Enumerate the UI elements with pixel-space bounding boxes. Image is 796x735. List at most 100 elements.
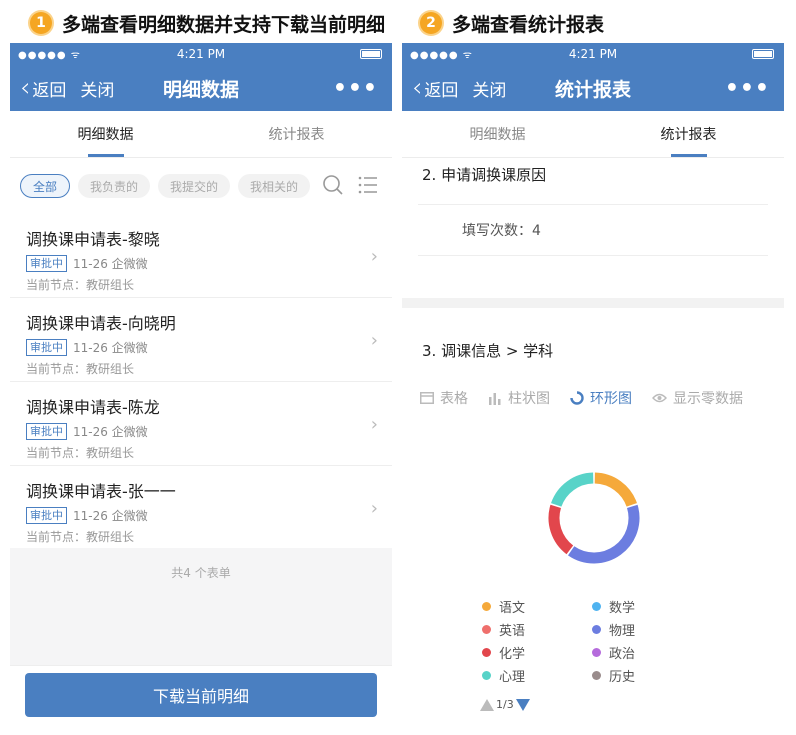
legend-dot (482, 647, 491, 657)
item-name: 调换课申请表-张一一 (26, 482, 176, 501)
filter-bar: 全部 我负责的 我提交的 我相关的 (10, 158, 392, 214)
filter-mine[interactable]: 我负责的 (78, 174, 151, 198)
triangle-down-icon[interactable] (515, 698, 530, 711)
tab-detail-data[interactable]: 明细数据 (402, 111, 593, 157)
chart-tab-show-zero[interactable]: 显示零数据 (652, 388, 743, 408)
filter-all[interactable]: 全部 (20, 174, 71, 198)
status-bar: ●●●●● ᯤ 4:21 PM (402, 43, 784, 65)
legend-item[interactable]: 政治 (592, 644, 682, 662)
phone-statistics: ●●●●● ᯤ 4:21 PM ‹ 返回 关闭 统计报表 ••• 明细数据 统计… (402, 43, 784, 735)
donut-slice-4 (548, 504, 574, 555)
caption-text-1: 多端查看明细数据并支持下载当前明细 (62, 13, 386, 36)
tab-bar: 明细数据 统计报表 (402, 111, 784, 158)
list-icon[interactable] (358, 175, 378, 195)
more-icon[interactable]: ••• (333, 76, 378, 101)
chart-type-tabs: 表格 柱状图 环形图 显示零数据 (402, 388, 784, 408)
legend-dot (592, 601, 601, 611)
item-node: 当前节点：教研组长 (26, 446, 135, 460)
close-button[interactable]: 关闭 (80, 76, 114, 101)
item-node: 当前节点：教研组长 (26, 362, 135, 376)
legend-item[interactable]: 物理 (592, 621, 682, 639)
section-title-subject: 3. 调课信息 > 学科 (422, 342, 554, 360)
item-date-user: 11-26 企微微 (73, 509, 148, 523)
section-divider (402, 298, 784, 308)
status-badge: 审批中 (26, 255, 67, 272)
item-meta: 审批中 11-26 企微微 (26, 255, 376, 272)
status-time: 4:21 PM (568, 47, 618, 61)
item-meta: 审批中 11-26 企微微 (26, 507, 376, 524)
legend-dot (592, 670, 601, 680)
total-count: 共4 个表单 (171, 566, 231, 580)
donut-chart (548, 472, 640, 564)
tab-detail-data[interactable]: 明细数据 (10, 111, 201, 157)
item-name: 调换课申请表-黎晓 (26, 230, 160, 249)
list-item[interactable]: 调换课申请表-黎晓 审批中 11-26 企微微 当前节点：教研组长 › (10, 214, 392, 298)
section-title-reason: 2. 申请调换课原因 (422, 166, 547, 184)
filter-related[interactable]: 我相关的 (238, 174, 311, 198)
legend-dot (592, 647, 601, 657)
chevron-right-icon: › (370, 330, 378, 351)
legend-dot (482, 624, 491, 634)
nav-bar: ‹ 返回 关闭 统计报表 ••• (402, 65, 784, 111)
chart-tab-label: 显示零数据 (673, 391, 743, 407)
more-icon[interactable]: ••• (725, 76, 770, 101)
legend-label: 英语 (499, 623, 526, 639)
legend-item[interactable]: 数学 (592, 598, 682, 616)
phone-detail-data: ●●●●● ᯤ 4:21 PM ‹ 返回 关闭 明细数据 ••• 明细数据 统计… (10, 43, 392, 735)
list-item[interactable]: 调换课申请表-向晓明 审批中 11-26 企微微 当前节点：教研组长 › (10, 298, 392, 382)
caption-1: 1 多端查看明细数据并支持下载当前明细 (30, 8, 385, 38)
caption-2: 2 多端查看统计报表 (420, 8, 604, 38)
legend-label: 数学 (609, 600, 636, 616)
legend-label: 历史 (609, 669, 636, 685)
item-name: 调换课申请表-向晓明 (26, 314, 176, 333)
close-button[interactable]: 关闭 (472, 76, 506, 101)
donut-slice-0 (594, 472, 637, 507)
table-icon (420, 392, 434, 404)
chart-tab-table[interactable]: 表格 (420, 388, 468, 408)
list-item[interactable]: 调换课申请表-陈龙 审批中 11-26 企微微 当前节点：教研组长 › (10, 382, 392, 466)
form-list: 调换课申请表-黎晓 审批中 11-26 企微微 当前节点：教研组长 › 调换课申… (10, 214, 392, 550)
item-date-user: 11-26 企微微 (73, 341, 148, 355)
legend-label: 心理 (499, 669, 526, 685)
chevron-left-icon: ‹ (412, 73, 423, 103)
triangle-up-icon[interactable] (480, 698, 494, 711)
donut-slice-3 (568, 504, 640, 564)
legend-pager: 1/3 (480, 698, 530, 711)
tab-statistics[interactable]: 统计报表 (201, 111, 392, 157)
item-date-user: 11-26 企微微 (73, 257, 148, 271)
signal-icon: ●●●●● ᯤ (18, 50, 81, 61)
tab-bar: 明细数据 统计报表 (10, 111, 392, 158)
donut-slice-6 (551, 472, 594, 507)
item-node: 当前节点：教研组长 (26, 278, 135, 292)
item-meta: 审批中 11-26 企微微 (26, 339, 376, 356)
search-icon[interactable] (322, 174, 344, 196)
chevron-right-icon: › (370, 246, 378, 267)
legend-item[interactable]: 化学 (482, 644, 572, 662)
legend-dot (592, 624, 601, 634)
status-badge: 审批中 (26, 507, 67, 524)
legend-item[interactable]: 英语 (482, 621, 572, 639)
battery-icon (752, 49, 774, 59)
chevron-left-icon: ‹ (20, 73, 31, 103)
filter-submitted[interactable]: 我提交的 (158, 174, 231, 198)
status-bar: ●●●●● ᯤ 4:21 PM (10, 43, 392, 65)
eye-icon (652, 393, 667, 403)
chart-tab-bar[interactable]: 柱状图 (488, 388, 550, 408)
status-badge: 审批中 (26, 423, 67, 440)
chart-tab-donut[interactable]: 环形图 (570, 388, 632, 408)
item-meta: 审批中 11-26 企微微 (26, 423, 376, 440)
nav-bar: ‹ 返回 关闭 明细数据 ••• (10, 65, 392, 111)
back-button[interactable]: ‹ 返回 (412, 75, 458, 101)
legend-item[interactable]: 心理 (482, 667, 572, 685)
status-time: 4:21 PM (176, 47, 226, 61)
legend-item[interactable]: 语文 (482, 598, 572, 616)
fill-count: 填写次数：4 (462, 223, 541, 239)
legend-item[interactable]: 历史 (592, 667, 682, 685)
bar-chart-icon (489, 392, 501, 405)
download-button[interactable]: 下载当前明细 (25, 673, 377, 717)
back-button[interactable]: ‹ 返回 (20, 75, 66, 101)
list-item[interactable]: 调换课申请表-张一一 审批中 11-26 企微微 当前节点：教研组长 › (10, 466, 392, 550)
download-bar: 下载当前明细 (10, 665, 392, 735)
step-number-2: 2 (420, 12, 442, 34)
tab-statistics[interactable]: 统计报表 (593, 111, 784, 157)
